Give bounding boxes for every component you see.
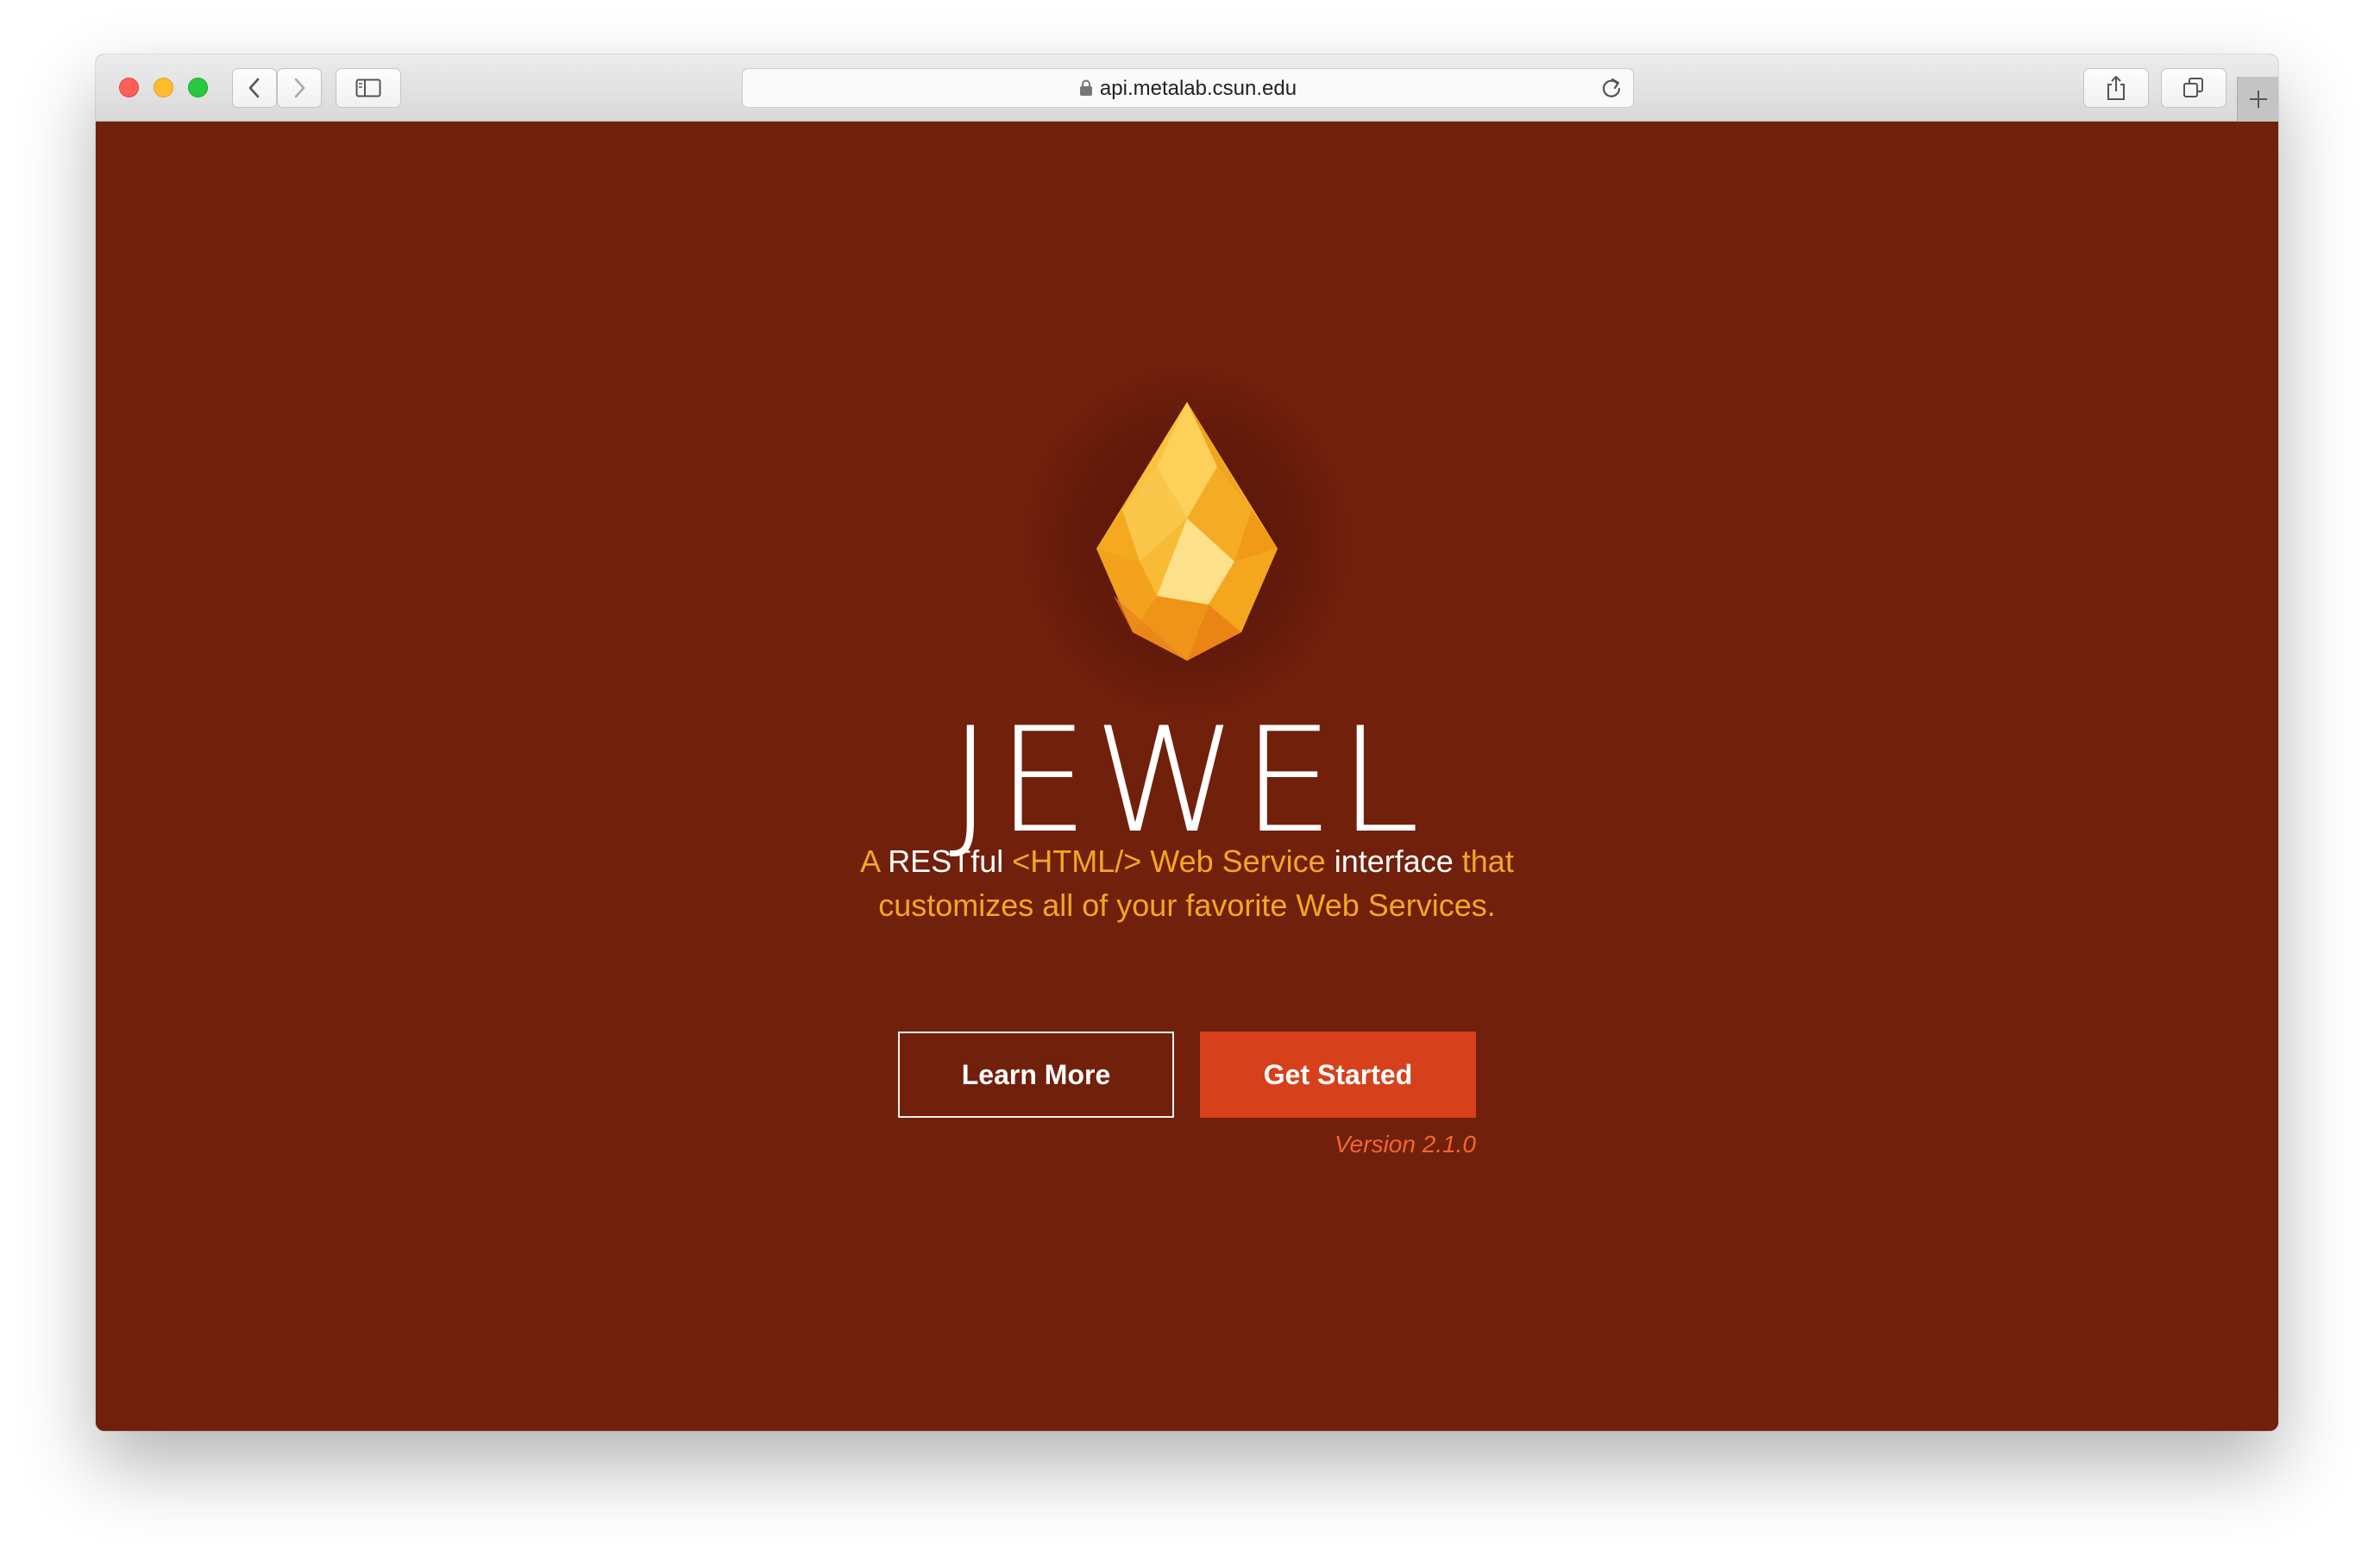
plus-icon (2249, 91, 2267, 108)
tabs-overview-button[interactable] (2161, 68, 2226, 108)
fullscreen-window-button[interactable] (188, 78, 208, 97)
learn-more-button[interactable]: Learn More (898, 1032, 1174, 1118)
page-content: JEWEL A RESTful <HTML/> Web Service inte… (96, 122, 2278, 1431)
url-text: api.metalab.csun.edu (1099, 77, 1297, 100)
reload-icon[interactable] (1600, 77, 1623, 99)
chevron-left-icon (248, 78, 260, 98)
tagline-part-interface: interface (1334, 844, 1454, 879)
version-label: Version 2.1.0 (1335, 1131, 1476, 1157)
tagline: A RESTful <HTML/> Web Service interface … (96, 839, 2278, 927)
sidebar-icon (355, 78, 381, 97)
tagline-part: A (860, 844, 889, 879)
get-started-button[interactable]: Get Started (1200, 1032, 1476, 1118)
tagline-line-2: customizes all of your favorite Web Serv… (878, 887, 1496, 923)
new-tab-button[interactable] (2237, 77, 2278, 122)
tagline-part-restful: RESTful (888, 844, 1004, 879)
tagline-part: that (1453, 844, 1514, 879)
share-icon (2107, 76, 2125, 100)
browser-toolbar: api.metalab.csun.edu (96, 54, 2278, 122)
tagline-part: <HTML/> Web Service (1003, 844, 1335, 879)
close-window-button[interactable] (119, 78, 139, 97)
chevron-right-icon (294, 78, 305, 98)
tagline-line-1: A RESTful <HTML/> Web Service interface … (96, 839, 2278, 883)
url-wrap: api.metalab.csun.edu (743, 69, 1633, 109)
minimize-window-button[interactable] (154, 78, 173, 97)
jewel-logo-icon (1096, 402, 1278, 661)
sidebar-button[interactable] (336, 68, 401, 108)
address-bar[interactable]: api.metalab.csun.edu (742, 68, 1634, 108)
page-title: JEWEL (949, 696, 1425, 865)
back-button[interactable] (232, 68, 277, 108)
tabs-overview-icon (2183, 78, 2203, 97)
share-button[interactable] (2083, 68, 2149, 108)
forward-button[interactable] (277, 68, 322, 108)
browser-window: api.metalab.csun.edu JEWEL A RESTful <HT… (96, 54, 2278, 1431)
lock-icon (1079, 79, 1092, 96)
